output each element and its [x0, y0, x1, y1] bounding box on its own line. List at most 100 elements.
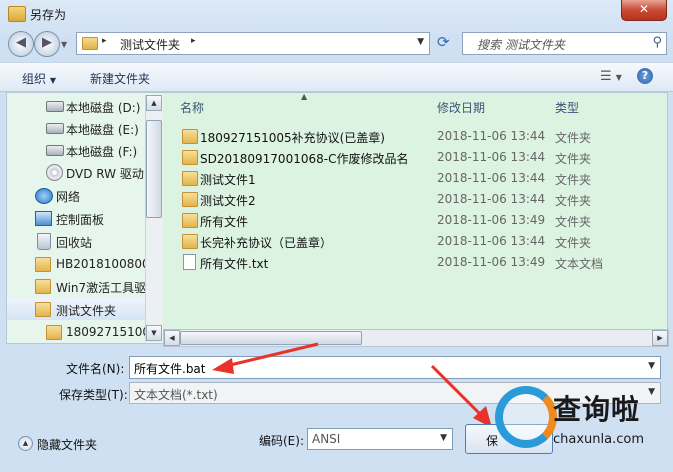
file-name: SD20180917001068-C作废修改品名	[200, 152, 409, 166]
command-bar: 组织 ▼ 新建文件夹 ☰ ▼ ?	[0, 62, 673, 92]
file-type: 文件夹	[555, 173, 592, 187]
table-row[interactable]: 所有文件.txt 2018-11-06 13:49 文本文档	[163, 252, 667, 273]
watermark-logo: 查询啦 chaxunla.com	[495, 380, 673, 462]
table-row[interactable]: 测试文件2 2018-11-06 13:44 文件夹	[163, 189, 667, 210]
table-row[interactable]: 测试文件1 2018-11-06 13:44 文件夹	[163, 168, 667, 189]
hide-folders-label: 隐藏文件夹	[37, 438, 98, 452]
close-button[interactable]: ✕	[621, 0, 667, 21]
file-list: 名称 ▲ 修改日期 类型 180927151005补充协议(已盖章) 2018-…	[163, 92, 668, 329]
view-options-icon[interactable]: ☰ ▼	[600, 69, 622, 84]
nav-item-label: HB2018100800	[56, 257, 150, 271]
scroll-thumb[interactable]	[146, 120, 162, 218]
nav-item-label: 18092715100	[66, 325, 150, 339]
search-icon[interactable]: ⚲	[652, 35, 662, 50]
nav-item-drive-d[interactable]: 本地磁盘 (D:)	[7, 95, 147, 117]
file-name: 所有文件	[200, 215, 249, 229]
table-row[interactable]: 长完补充协议（已盖章） 2018-11-06 13:44 文件夹	[163, 231, 667, 252]
drive-icon	[46, 123, 64, 134]
drive-icon	[46, 101, 64, 112]
file-date: 2018-11-06 13:49	[437, 213, 546, 227]
file-date: 2018-11-06 13:49	[437, 255, 546, 269]
breadcrumb[interactable]: 测试文件夹	[120, 36, 180, 53]
organize-label: 组织	[22, 72, 47, 86]
nav-item-drive-e[interactable]: 本地磁盘 (E:)	[7, 117, 147, 139]
scroll-up-icon[interactable]: ▲	[146, 95, 162, 111]
filetype-value: 文本文档(*.txt)	[134, 388, 218, 402]
folder-icon	[182, 150, 198, 165]
search-input[interactable]: 搜索 测试文件夹 ⚲	[462, 32, 667, 55]
nav-item-dvd[interactable]: DVD RW 驱动	[7, 161, 147, 183]
file-list-scrollbar[interactable]: ◀ ▶	[163, 329, 669, 347]
table-row[interactable]: SD20180917001068-C作废修改品名 2018-11-06 13:4…	[163, 147, 667, 168]
file-type: 文件夹	[555, 152, 592, 166]
new-folder-button[interactable]: 新建文件夹	[90, 70, 150, 87]
file-name: 测试文件2	[200, 194, 256, 208]
chevron-down-icon[interactable]: ▼	[417, 37, 424, 47]
file-name: 长完补充协议（已盖章）	[200, 236, 333, 250]
nav-item-label: Win7激活工具驱	[56, 281, 147, 295]
file-date: 2018-11-06 13:44	[437, 234, 546, 248]
breadcrumb-chevron-icon[interactable]: ▸	[102, 36, 107, 46]
nav-item-hb-folder[interactable]: HB2018100800	[7, 253, 150, 275]
encoding-select[interactable]: ANSI ▼	[307, 428, 453, 450]
scroll-right-icon[interactable]: ▶	[652, 330, 668, 346]
refresh-icon[interactable]: ⟳	[437, 35, 450, 50]
nav-item-win7-folder[interactable]: Win7激活工具驱	[7, 275, 147, 297]
column-header-date[interactable]: 修改日期	[437, 99, 485, 116]
file-name: 180927151005补充协议(已盖章)	[200, 131, 385, 145]
file-date: 2018-11-06 13:44	[437, 192, 546, 206]
file-name: 测试文件1	[200, 173, 256, 187]
nav-item-label: 本地磁盘 (F:)	[66, 145, 138, 159]
nav-item-control-panel[interactable]: 控制面板	[7, 207, 147, 229]
chevron-down-icon[interactable]: ▼	[648, 361, 655, 371]
column-header-type[interactable]: 类型	[555, 99, 579, 116]
folder-icon	[35, 279, 51, 294]
table-row[interactable]: 所有文件 2018-11-06 13:49 文件夹	[163, 210, 667, 231]
file-name: 所有文件.txt	[200, 257, 269, 271]
chevron-down-icon[interactable]: ▼	[440, 433, 447, 443]
folder-icon	[182, 171, 198, 186]
nav-item-label: 网络	[56, 190, 81, 204]
dvd-icon	[46, 164, 63, 181]
title-bar: 另存为 ✕	[0, 0, 673, 28]
scroll-left-icon[interactable]: ◀	[164, 330, 180, 346]
column-header-name[interactable]: 名称	[180, 99, 204, 116]
organize-menu[interactable]: 组织 ▼	[22, 70, 56, 87]
watermark-title: 查询啦	[553, 393, 641, 426]
search-placeholder: 搜索 测试文件夹	[477, 38, 565, 52]
breadcrumb-chevron-icon[interactable]: ▸	[191, 36, 196, 46]
filename-field[interactable]: 所有文件.bat ▼	[129, 356, 661, 379]
filename-label: 文件名(N):	[66, 362, 125, 376]
nav-scrollbar[interactable]: ▲ ▼	[145, 95, 162, 342]
address-bar[interactable]: ▸ 测试文件夹 ▸ ▼	[76, 32, 430, 55]
window-title: 另存为	[30, 8, 67, 22]
nav-item-subfolder[interactable]: 18092715100	[7, 321, 150, 343]
watermark-url: chaxunla.com	[553, 432, 644, 447]
recent-pages-icon[interactable]: ▼	[61, 40, 67, 49]
file-type: 文件夹	[555, 194, 592, 208]
scroll-thumb[interactable]	[180, 331, 362, 345]
help-icon[interactable]: ?	[637, 68, 653, 84]
watermark-magnifier-icon	[495, 386, 557, 448]
address-row: ◀ ▶ ▼ ▸ 测试文件夹 ▸ ▼ ⟳ 搜索 测试文件夹 ⚲	[0, 28, 673, 60]
nav-item-label: 本地磁盘 (E:)	[66, 123, 139, 137]
nav-item-drive-f[interactable]: 本地磁盘 (F:)	[7, 139, 147, 161]
nav-item-test-folder[interactable]: 测试文件夹	[7, 298, 147, 320]
control-panel-icon	[35, 211, 52, 226]
forward-button[interactable]: ▶	[34, 31, 60, 57]
nav-item-network[interactable]: 网络	[7, 184, 147, 206]
text-file-icon	[183, 254, 196, 270]
folder-icon	[35, 302, 51, 317]
nav-item-recycle-bin[interactable]: 回收站	[7, 230, 147, 252]
folder-icon	[82, 37, 98, 50]
folder-icon	[8, 6, 26, 22]
file-date: 2018-11-06 13:44	[437, 129, 546, 143]
filename-value: 所有文件.bat	[134, 362, 206, 376]
table-row[interactable]: 180927151005补充协议(已盖章) 2018-11-06 13:44 文…	[163, 126, 667, 147]
folder-icon	[182, 192, 198, 207]
recycle-bin-icon	[37, 233, 51, 250]
chevron-down-icon: ▼	[49, 76, 56, 85]
back-button[interactable]: ◀	[8, 31, 34, 57]
scroll-down-icon[interactable]: ▼	[146, 325, 162, 341]
nav-item-label: DVD RW 驱动	[66, 167, 144, 181]
